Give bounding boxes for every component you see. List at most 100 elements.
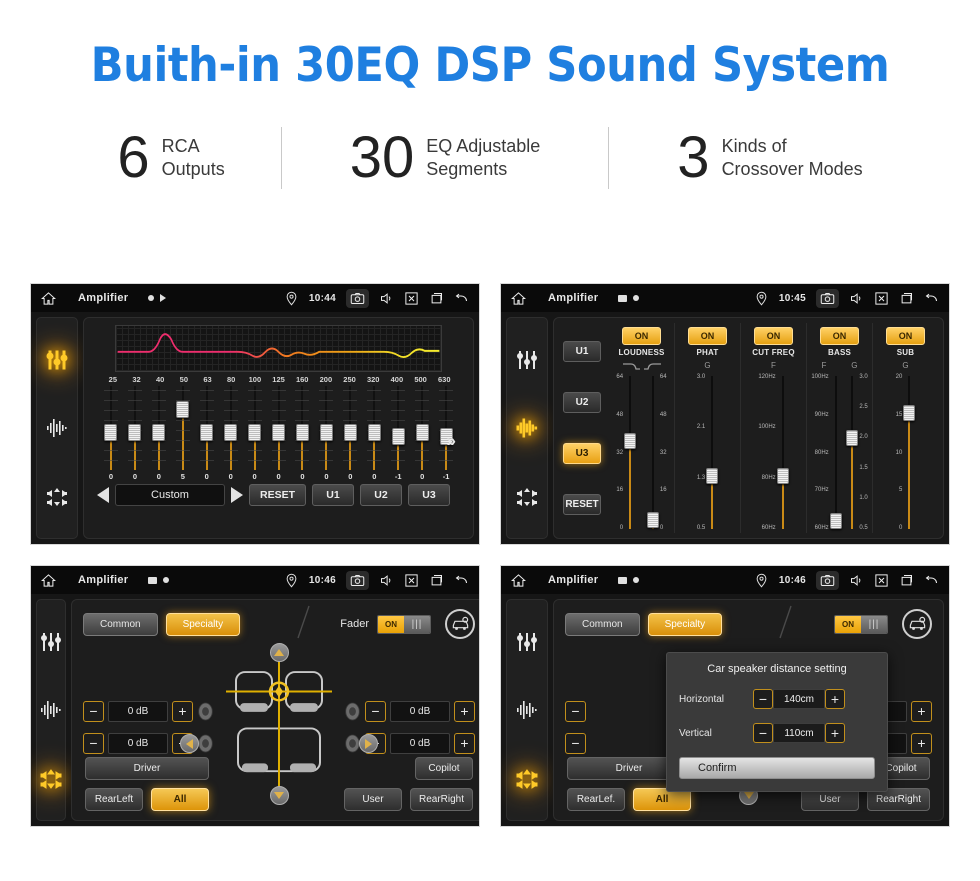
home-icon[interactable] <box>41 291 56 306</box>
recents-icon[interactable] <box>899 291 914 306</box>
back-icon[interactable] <box>454 291 469 306</box>
recents-icon[interactable] <box>429 573 444 588</box>
close-box-icon[interactable] <box>404 573 419 588</box>
balance-icon[interactable] <box>513 482 541 510</box>
home-icon[interactable] <box>41 573 56 588</box>
eq-sliders-icon[interactable] <box>43 346 71 374</box>
waveform-icon[interactable] <box>37 696 65 724</box>
camera-icon[interactable] <box>816 288 839 308</box>
loudness-on-button[interactable]: ON <box>621 327 662 345</box>
seat-move-up-button[interactable] <box>269 643 289 662</box>
eq-band[interactable]: 0 <box>314 386 338 481</box>
waveform-icon[interactable] <box>513 696 541 724</box>
sub-gain-slider[interactable]: 20 15 10 5 0 <box>896 374 916 531</box>
eq-sliders-icon[interactable] <box>37 628 65 656</box>
next-preset-button[interactable] <box>231 487 243 503</box>
seat-position-map[interactable] <box>180 641 378 811</box>
home-icon[interactable] <box>511 291 526 306</box>
plus-button[interactable]: + <box>911 700 932 722</box>
loudness-slider-2[interactable]: 64 48 32 16 0 <box>646 374 667 531</box>
preset-name[interactable]: Custom <box>115 484 225 506</box>
fader-toggle[interactable]: ON ||| <box>834 614 888 634</box>
plus-button[interactable]: + <box>825 723 845 743</box>
back-icon[interactable] <box>924 573 939 588</box>
eq-band[interactable]: 5 <box>171 386 195 481</box>
reset-button[interactable]: RESET <box>563 494 601 515</box>
position-copilot-button[interactable]: Copilot <box>415 757 473 780</box>
eq-band[interactable]: 0 <box>267 386 291 481</box>
volume-icon[interactable] <box>849 573 864 588</box>
preset-u2-button[interactable]: U2 <box>563 392 601 413</box>
eq-band[interactable]: 0 <box>362 386 386 481</box>
cutfreq-on-button[interactable]: ON <box>753 327 794 345</box>
preset-u1-button[interactable]: U1 <box>563 341 601 362</box>
plus-button[interactable]: + <box>911 732 932 754</box>
plus-button[interactable]: + <box>454 700 475 722</box>
position-rearleft-button[interactable]: RearLef. <box>567 788 625 811</box>
sub-on-button[interactable]: ON <box>885 327 926 345</box>
volume-icon[interactable] <box>379 291 394 306</box>
confirm-button[interactable]: Confirm <box>679 757 875 779</box>
tab-specialty[interactable]: Specialty <box>647 612 723 636</box>
eq-band[interactable]: 0 <box>147 386 171 481</box>
tab-common[interactable]: Common <box>83 612 158 636</box>
loudness-slider-1[interactable]: 64 48 32 16 0 <box>616 374 637 531</box>
minus-button[interactable]: − <box>565 732 586 754</box>
camera-icon[interactable] <box>346 288 369 308</box>
phat-gain-slider[interactable]: 3.0 2.1 1.3 0.5 <box>697 374 719 531</box>
seat-move-down-button[interactable] <box>269 786 289 805</box>
position-rearleft-button[interactable]: RearLeft <box>85 788 143 811</box>
camera-icon[interactable] <box>816 570 839 590</box>
reset-button[interactable]: RESET <box>249 484 307 506</box>
minus-button[interactable]: − <box>565 700 586 722</box>
eq-band[interactable]: 0 <box>338 386 362 481</box>
fader-toggle[interactable]: ON ||| <box>377 614 431 634</box>
eq-band[interactable]: 0 <box>410 386 434 481</box>
eq-band[interactable]: 0 <box>123 386 147 481</box>
home-icon[interactable] <box>511 573 526 588</box>
minus-button[interactable]: − <box>753 723 773 743</box>
car-distance-settings-icon[interactable] <box>445 609 475 639</box>
position-user-button[interactable]: User <box>343 788 402 811</box>
preset-u1-button[interactable]: U1 <box>312 484 355 506</box>
next-page-icon[interactable]: » <box>447 432 456 449</box>
minus-button[interactable]: − <box>83 700 104 722</box>
tab-specialty[interactable]: Specialty <box>165 612 241 636</box>
eq-sliders-icon[interactable] <box>513 346 541 374</box>
bass-gain-slider[interactable]: 3.0 2.5 2.0 1.5 1.0 0.5 <box>846 374 868 531</box>
volume-icon[interactable] <box>849 291 864 306</box>
minus-button[interactable]: − <box>365 700 386 722</box>
close-box-icon[interactable] <box>404 291 419 306</box>
eq-band[interactable]: -1 <box>386 386 410 481</box>
position-driver-button[interactable]: Driver <box>85 757 209 780</box>
phat-on-button[interactable]: ON <box>687 327 728 345</box>
position-all-button[interactable]: All <box>151 788 209 811</box>
position-rearright-button[interactable]: RearRight <box>409 788 473 811</box>
plus-button[interactable]: + <box>825 689 845 709</box>
preset-u3-button[interactable]: U3 <box>408 484 451 506</box>
eq-sliders-icon[interactable] <box>513 628 541 656</box>
preset-u2-button[interactable]: U2 <box>360 484 403 506</box>
eq-band[interactable]: 0 <box>243 386 267 481</box>
eq-band[interactable]: 0 <box>219 386 243 481</box>
bass-freq-slider[interactable]: 100Hz 90Hz 80Hz 70Hz 60Hz <box>811 374 842 531</box>
back-icon[interactable] <box>454 573 469 588</box>
close-box-icon[interactable] <box>874 573 889 588</box>
eq-band[interactable]: 0 <box>195 386 219 481</box>
seat-move-left-button[interactable] <box>180 734 199 753</box>
preset-u3-button[interactable]: U3 <box>563 443 601 464</box>
car-distance-settings-icon[interactable] <box>902 609 932 639</box>
recents-icon[interactable] <box>899 573 914 588</box>
prev-preset-button[interactable] <box>97 487 109 503</box>
balance-icon[interactable] <box>37 764 65 792</box>
plus-button[interactable]: + <box>172 700 193 722</box>
cutfreq-slider[interactable]: 120Hz 100Hz 80Hz 60Hz <box>758 374 789 531</box>
seat-move-right-button[interactable] <box>359 734 378 753</box>
minus-button[interactable]: − <box>83 732 104 754</box>
close-box-icon[interactable] <box>874 291 889 306</box>
balance-icon[interactable] <box>43 482 71 510</box>
eq-band[interactable]: 0 <box>291 386 315 481</box>
camera-icon[interactable] <box>346 570 369 590</box>
minus-button[interactable]: − <box>753 689 773 709</box>
waveform-icon[interactable] <box>513 414 541 442</box>
